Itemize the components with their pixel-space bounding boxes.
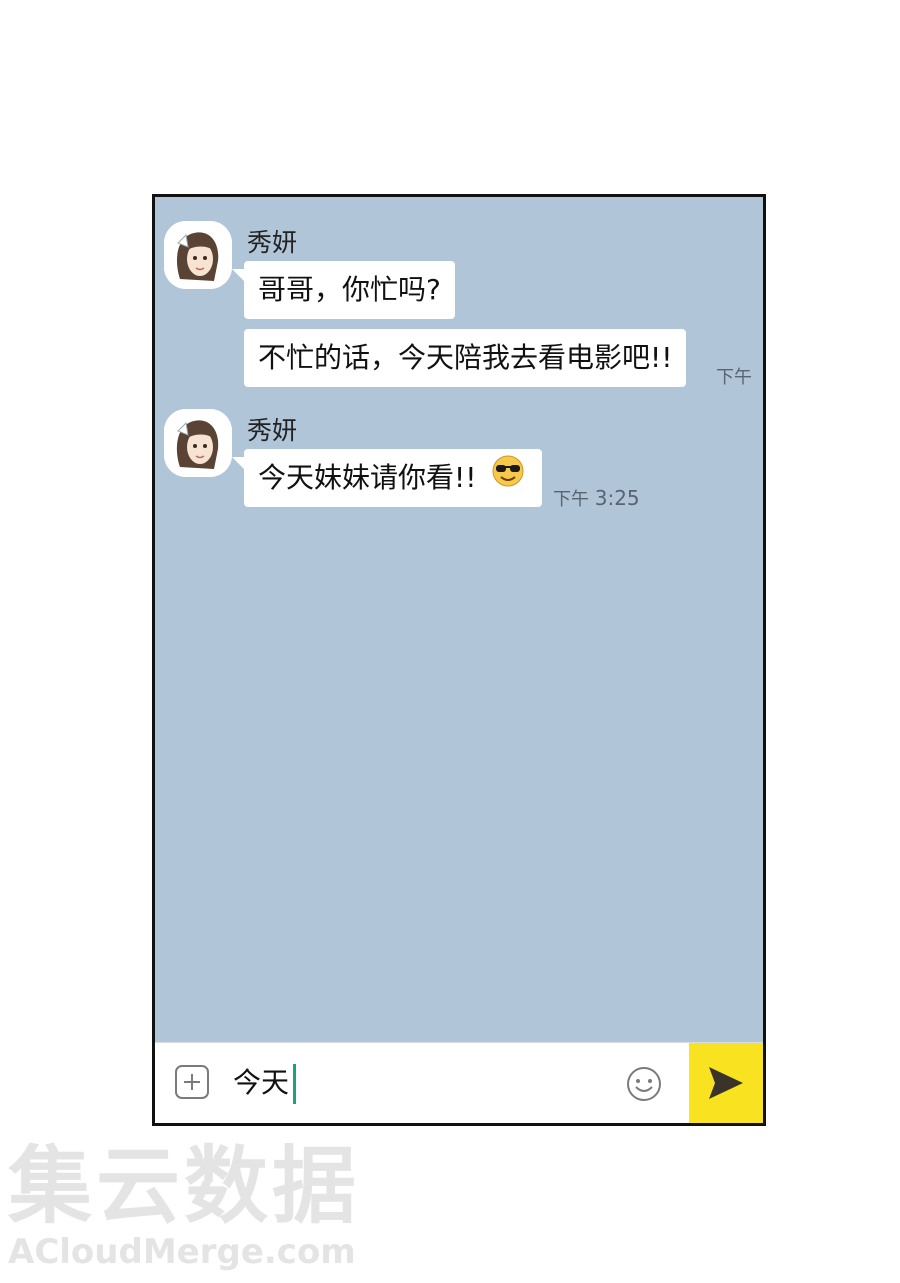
message-bubble[interactable]: 不忙的话，今天陪我去看电影吧!!	[244, 329, 687, 387]
message-input[interactable]: 今天	[233, 1059, 297, 1107]
message-bubble[interactable]: 今天妹妹请你看!!	[232, 449, 542, 508]
text-caret	[293, 1064, 297, 1104]
send-arrow-icon	[709, 1067, 743, 1099]
message-time: 下午	[716, 367, 752, 388]
message-time: 下午 3:25	[553, 485, 640, 511]
girl-avatar-icon	[164, 409, 232, 477]
input-text: 今天	[233, 1066, 290, 1099]
sender-name: 秀妍	[247, 228, 298, 257]
attach-plus-icon[interactable]	[175, 1065, 209, 1099]
sender-avatar[interactable]	[164, 409, 232, 477]
message-text: 今天妹妹请你看!!	[258, 461, 477, 494]
watermark-cn: 集云数据	[8, 1137, 361, 1235]
sender-name: 秀妍	[247, 416, 298, 445]
sunglasses-emoji-icon	[491, 450, 525, 508]
message-input-bar: 今天	[155, 1042, 763, 1123]
send-button[interactable]	[689, 1043, 763, 1123]
message-bubble[interactable]: 哥哥，你忙吗?	[232, 261, 455, 319]
time-value: 3:25	[594, 486, 640, 510]
chat-window: 秀妍 哥哥，你忙吗? 不忙的话，今天陪我去看电影吧!! 下午 秀妍 今天妹妹请你…	[152, 194, 766, 1126]
sender-avatar[interactable]	[164, 221, 232, 289]
watermark-en: ACloudMerge.com	[8, 1232, 356, 1272]
watermark: 集云数据 ACloudMerge.com	[8, 1140, 388, 1272]
time-prefix: 下午	[553, 489, 589, 510]
smiley-icon[interactable]	[625, 1065, 663, 1103]
girl-avatar-icon	[164, 221, 232, 289]
